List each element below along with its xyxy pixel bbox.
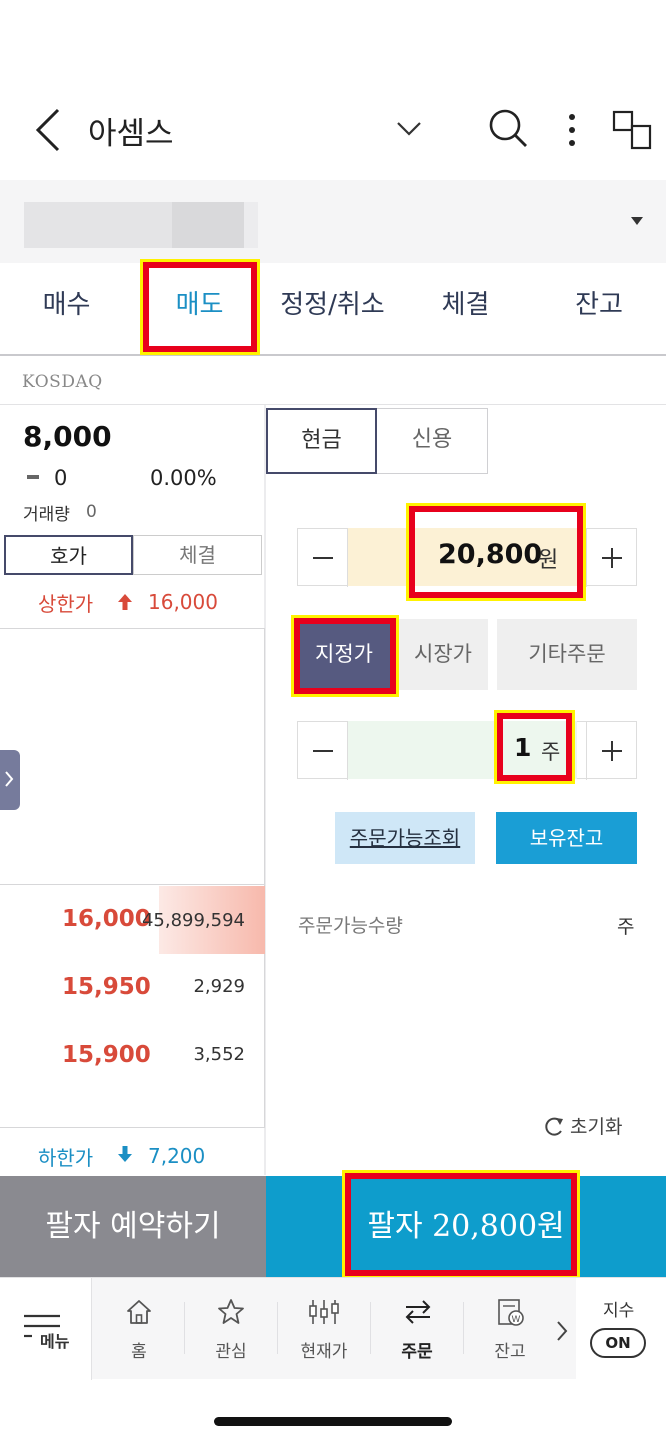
nav-current-price-label: 현재가 (300, 1342, 348, 1362)
orderbook-row[interactable]: 15,900 3,552 (0, 1022, 265, 1090)
tab-modify-cancel[interactable]: 정정/취소 (266, 263, 399, 353)
reset-button[interactable]: 초기화 (570, 1112, 622, 1139)
nav-index[interactable]: 지수 ON (576, 1278, 666, 1380)
svg-text:W: W (512, 1315, 521, 1325)
home-indicator (214, 1417, 452, 1426)
highlight-box (494, 710, 575, 784)
index-toggle[interactable]: ON (590, 1328, 646, 1358)
nav-balance[interactable]: W 잔고 (464, 1278, 556, 1380)
quantity-decrease-button[interactable] (298, 722, 348, 780)
order-available-inquiry-button[interactable]: 주문가능조회 (335, 812, 475, 864)
multi-window-icon[interactable] (610, 108, 656, 152)
refresh-icon[interactable] (542, 1116, 566, 1138)
order-type-other[interactable]: 기타주문 (497, 619, 637, 690)
highlight-box (140, 259, 260, 355)
upper-limit-value: 16,000 (148, 590, 218, 614)
lower-limit-value: 7,200 (148, 1144, 206, 1168)
upper-limit-label: 상한가 (38, 592, 94, 616)
nav-home-label: 홈 (131, 1342, 147, 1362)
volume-value: 0 (86, 502, 97, 522)
quantity-increase-button[interactable] (586, 722, 636, 780)
highlight-box (291, 615, 399, 697)
tab-buy[interactable]: 매수 (0, 263, 133, 353)
available-quantity-unit: 주 (617, 916, 635, 938)
orderbook-quantity: 2,929 (193, 976, 245, 997)
price-change: 0 (54, 466, 68, 490)
arrow-down-icon (118, 1146, 132, 1162)
nav-home[interactable]: 홈 (93, 1278, 185, 1380)
nav-menu-label: 메뉴 (40, 1332, 70, 1351)
account-number-masked (244, 202, 258, 248)
account-number-masked (172, 202, 244, 248)
dropdown-caret-icon[interactable] (631, 217, 643, 225)
back-arrow-icon[interactable] (28, 106, 68, 154)
orderbook-quantity: 3,552 (193, 1044, 245, 1065)
nav-watchlist[interactable]: 관심 (185, 1278, 277, 1380)
current-price: 8,000 (23, 420, 112, 453)
sell-reservation-button[interactable]: 팔자 예약하기 (0, 1176, 266, 1277)
bottom-navigation: 메뉴 홈 관심 현재가 주문 W 잔고 지수 ON (0, 1277, 666, 1380)
account-selector[interactable] (0, 180, 666, 263)
orderbook-quantity: 45,899,594 (141, 910, 245, 931)
arrow-up-icon (118, 594, 132, 610)
available-quantity-label: 주문가능수량 (298, 915, 403, 937)
tab-orderbook[interactable]: 호가 (4, 535, 133, 575)
tab-balance[interactable]: 잔고 (532, 263, 666, 353)
order-type-market[interactable]: 시장가 (398, 619, 488, 690)
holdings-button[interactable]: 보유잔고 (496, 812, 637, 864)
orderbook-row[interactable]: 16,000 45,899,594 (0, 886, 265, 954)
home-icon (127, 1300, 151, 1324)
search-icon[interactable] (486, 106, 530, 150)
app-header: 아셈스 (0, 88, 666, 178)
swap-icon (405, 1300, 431, 1324)
orderbook-price: 15,950 (62, 974, 151, 1000)
order-tabs: 매수 매도 정정/취소 체결 잔고 (0, 263, 666, 356)
orderbook-row[interactable]: 15,950 2,929 (0, 954, 265, 1022)
orderbook-price: 15,900 (62, 1042, 151, 1068)
highlight-box (342, 1170, 580, 1279)
orderbook-price: 16,000 (62, 906, 151, 932)
divider (0, 404, 666, 405)
nav-balance-label: 잔고 (494, 1342, 526, 1362)
account-number-masked (24, 202, 172, 248)
chevron-right-icon[interactable] (555, 1320, 569, 1342)
chevron-right-icon (5, 771, 14, 787)
highlight-box (406, 503, 586, 601)
lower-limit-label: 하한가 (38, 1146, 94, 1170)
nav-index-label: 지수 (603, 1301, 635, 1321)
nav-order-label: 주문 (401, 1342, 433, 1362)
price-decrease-button[interactable] (298, 529, 348, 587)
price-increase-button[interactable] (586, 529, 636, 587)
tab-cash[interactable]: 현금 (266, 408, 377, 474)
nav-watchlist-label: 관심 (215, 1342, 247, 1362)
volume-label: 거래량 (23, 505, 70, 525)
candlestick-icon (309, 1300, 339, 1324)
star-icon (218, 1299, 244, 1324)
nav-order[interactable]: 주문 (371, 1278, 463, 1380)
more-vertical-icon[interactable] (560, 108, 584, 152)
tab-executions[interactable]: 체결 (399, 263, 532, 353)
no-change-icon (27, 475, 39, 479)
tab-trades[interactable]: 체결 (133, 535, 262, 575)
orderbook-midline (0, 884, 265, 885)
stock-name-title[interactable]: 아셈스 (88, 108, 174, 153)
nav-current-price[interactable]: 현재가 (278, 1278, 370, 1380)
balance-icon: W (498, 1299, 524, 1326)
chevron-down-icon[interactable] (394, 114, 424, 144)
nav-menu[interactable]: 메뉴 (0, 1278, 92, 1380)
price-change-percent: 0.00% (150, 466, 217, 490)
tab-credit[interactable]: 신용 (377, 408, 488, 474)
market-label: KOSDAQ (22, 372, 103, 392)
